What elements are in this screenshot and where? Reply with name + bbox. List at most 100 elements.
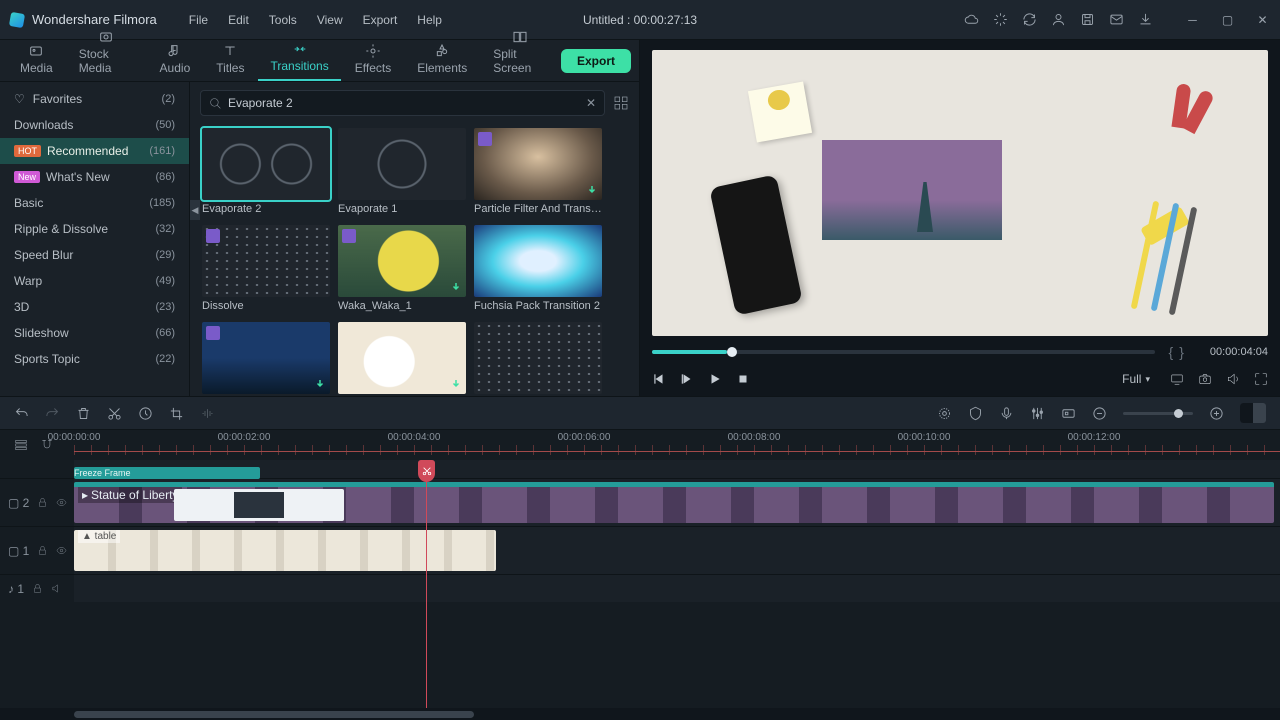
zoom-slider[interactable]: [1123, 412, 1193, 415]
clear-search-icon[interactable]: ✕: [586, 96, 596, 110]
undo-button[interactable]: [14, 406, 29, 421]
tab-split[interactable]: Split Screen: [481, 25, 559, 81]
zoom-in-button[interactable]: [1209, 406, 1224, 421]
category-recommended[interactable]: HOTRecommended(161): [0, 138, 189, 164]
clip-statue[interactable]: ▸Statue of Liberty: [74, 482, 1274, 523]
display-icon[interactable]: [1170, 372, 1184, 386]
visibility-icon[interactable]: [56, 497, 67, 508]
timeline-scrollbar[interactable]: [0, 708, 1280, 720]
track-header: ♪ 1: [0, 575, 74, 602]
collapse-sidebar-icon[interactable]: ◀: [190, 200, 200, 220]
clip-table[interactable]: ▲ table: [74, 530, 496, 571]
grid-view-icon[interactable]: [613, 95, 629, 111]
category-speed-blur[interactable]: Speed Blur(29): [0, 242, 189, 268]
volume-icon[interactable]: [1226, 372, 1240, 386]
category-what-s-new[interactable]: NewWhat's New(86): [0, 164, 189, 190]
play-button[interactable]: [708, 372, 722, 386]
tab-elements[interactable]: Elements: [405, 39, 479, 81]
mail-icon[interactable]: [1109, 12, 1124, 27]
cut-button[interactable]: [107, 406, 122, 421]
playhead[interactable]: [426, 460, 427, 708]
category-warp[interactable]: Warp(49): [0, 268, 189, 294]
timeline-toolbar: [0, 396, 1280, 430]
transition-thumb[interactable]: Evaporate 1: [338, 128, 466, 215]
zoom-out-button[interactable]: [1092, 406, 1107, 421]
tab-titles[interactable]: Titles: [204, 39, 256, 81]
category-ripple-dissolve[interactable]: Ripple & Dissolve(32): [0, 216, 189, 242]
speed-button[interactable]: [138, 406, 153, 421]
download-badge-icon: [586, 184, 598, 196]
sparkle-icon[interactable]: [993, 12, 1008, 27]
stop-button[interactable]: [736, 372, 750, 386]
asset-tabs: MediaStock MediaAudioTitlesTransitionsEf…: [0, 40, 639, 82]
minimize-button[interactable]: ─: [1185, 12, 1200, 27]
play-pause-button[interactable]: [680, 372, 694, 386]
maximize-button[interactable]: ▢: [1220, 12, 1235, 27]
delete-button[interactable]: [76, 406, 91, 421]
snapshot-icon[interactable]: [1198, 372, 1212, 386]
menu-export[interactable]: Export: [355, 9, 406, 31]
transition-thumb[interactable]: [338, 322, 466, 396]
lock-icon[interactable]: [37, 497, 48, 508]
video-track-1: ▢ 1 ▲ table: [0, 526, 1280, 574]
cloud-icon[interactable]: [964, 12, 979, 27]
mixer-button[interactable]: [1030, 406, 1045, 421]
category--d[interactable]: 3D(23): [0, 294, 189, 320]
menu-help[interactable]: Help: [409, 9, 450, 31]
tab-effects[interactable]: Effects: [343, 39, 403, 81]
menu-view[interactable]: View: [309, 9, 351, 31]
keyframe-button[interactable]: [1061, 406, 1076, 421]
render-button[interactable]: [937, 406, 952, 421]
menu-tools[interactable]: Tools: [261, 9, 305, 31]
category-slideshow[interactable]: Slideshow(66): [0, 320, 189, 346]
fullscreen-icon[interactable]: [1254, 372, 1268, 386]
app-logo-icon: [9, 11, 25, 27]
category-list: ♡Favorites(2)Downloads(50)HOTRecommended…: [0, 82, 190, 396]
transition-thumb[interactable]: [202, 322, 330, 396]
crop-button[interactable]: [169, 406, 184, 421]
mark-out-button[interactable]: }: [1179, 344, 1184, 360]
redo-button[interactable]: [45, 406, 60, 421]
manage-tracks-icon[interactable]: [14, 438, 28, 452]
account-icon[interactable]: [1051, 12, 1066, 27]
preview-scrubber[interactable]: [652, 350, 1155, 354]
tab-audio[interactable]: Audio: [148, 39, 203, 81]
audio-edit-button[interactable]: [200, 406, 215, 421]
category-sports-topic[interactable]: Sports Topic(22): [0, 346, 189, 372]
voiceover-button[interactable]: [999, 406, 1014, 421]
tab-transitions[interactable]: Transitions: [258, 37, 340, 81]
category-basic[interactable]: Basic(185): [0, 190, 189, 216]
prev-frame-button[interactable]: [652, 372, 666, 386]
transition-thumb[interactable]: [474, 322, 602, 396]
category-downloads[interactable]: Downloads(50): [0, 112, 189, 138]
mute-icon[interactable]: [51, 583, 62, 594]
mark-in-button[interactable]: {: [1169, 344, 1174, 360]
applied-transition[interactable]: [174, 489, 344, 521]
download-icon[interactable]: [1138, 12, 1153, 27]
category-favorites[interactable]: ♡Favorites(2): [0, 86, 189, 112]
close-button[interactable]: ✕: [1255, 12, 1270, 27]
timeline-ruler[interactable]: 00:00:00:0000:00:02:0000:00:04:0000:00:0…: [74, 430, 1280, 460]
transition-thumb[interactable]: Particle Filter And Transit…: [474, 128, 602, 215]
lock-icon[interactable]: [37, 545, 48, 556]
transition-thumb[interactable]: Fuchsia Pack Transition 2: [474, 225, 602, 312]
export-button[interactable]: Export: [561, 49, 631, 73]
transition-thumb[interactable]: Evaporate 2: [202, 128, 330, 215]
preview-canvas[interactable]: [652, 50, 1268, 336]
visibility-icon[interactable]: [56, 545, 67, 556]
tab-media[interactable]: Media: [8, 39, 65, 81]
tab-stock[interactable]: Stock Media: [67, 25, 146, 81]
lock-icon[interactable]: [32, 583, 43, 594]
freeze-frame-label[interactable]: Freeze Frame: [74, 467, 260, 479]
menu-file[interactable]: File: [181, 9, 216, 31]
refresh-icon[interactable]: [1022, 12, 1037, 27]
quality-dropdown[interactable]: Full▾: [1116, 370, 1156, 388]
view-mode-toggle[interactable]: [1240, 403, 1266, 423]
transition-grid: Evaporate 2Evaporate 1Particle Filter An…: [190, 124, 639, 396]
menu-edit[interactable]: Edit: [220, 9, 257, 31]
save-icon[interactable]: [1080, 12, 1095, 27]
marker-button[interactable]: [968, 406, 983, 421]
search-input[interactable]: [228, 96, 580, 110]
transition-thumb[interactable]: Dissolve: [202, 225, 330, 312]
transition-thumb[interactable]: Waka_Waka_1: [338, 225, 466, 312]
